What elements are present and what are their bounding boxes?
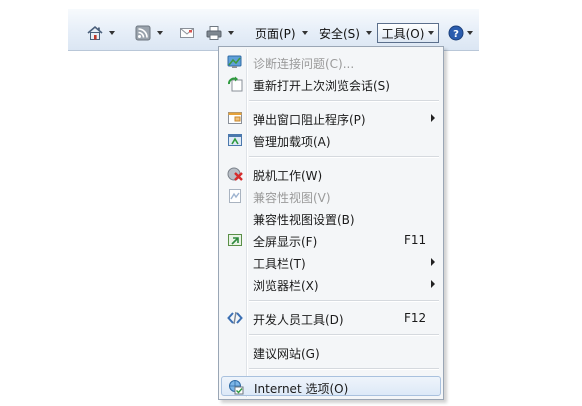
help-dropdown-arrow[interactable] [467,31,473,35]
menu-item-diagnose-connection[interactable]: 诊断连接问题(C)... [221,52,441,72]
menu-item-full-screen[interactable]: 全屏显示(F) F11 [221,230,441,250]
menu-item-manage-addons[interactable]: 管理加载项(A) [221,130,441,150]
tools-menu-label: 工具(O) [381,26,425,41]
menu-separator [249,156,439,158]
home-button[interactable] [87,23,115,43]
submenu-arrow [431,258,435,266]
home-icon [87,25,103,40]
menu-item-suggested-sites[interactable]: 建议网站(G) [221,342,441,362]
safety-dropdown-arrow [365,31,372,35]
feeds-icon [135,25,151,41]
menu-item-explorer-bars[interactable]: 浏览器栏(X) [221,274,441,294]
print-dropdown-arrow[interactable] [228,31,234,35]
feeds-dropdown-arrow[interactable] [157,31,163,35]
shortcut-f12: F12 [404,311,427,325]
menu-separator [249,100,439,102]
page-menu-label: 页面(P) [255,26,296,41]
menu-item-compatibility-view-settings[interactable]: 兼容性视图设置(B) [221,208,441,228]
menu-separator [249,300,439,302]
menu-item-label: 建议网站(G) [253,347,320,361]
menu-item-label: Internet 选项(O) [254,382,349,396]
mail-icon [180,28,194,38]
read-mail-button[interactable] [179,23,195,43]
feeds-button[interactable] [135,23,163,43]
menu-item-label: 工具栏(T) [253,257,306,271]
safety-menu-label: 安全(S) [319,26,360,41]
menu-item-developer-tools[interactable]: 开发人员工具(D) F12 [221,308,441,328]
menu-item-work-offline[interactable]: 脱机工作(W) [221,164,441,184]
tools-dropdown-menu: 诊断连接问题(C)... 重新打开上次浏览会话(S) 弹出窗口阻止程序(P) 管… [218,46,444,400]
menu-item-label: 管理加载项(A) [253,135,331,149]
menu-item-label: 脱机工作(W) [253,169,323,183]
dev-tools-icon [227,311,243,325]
safety-menu-button[interactable]: 安全(S) [319,23,372,43]
menu-item-toolbars[interactable]: 工具栏(T) [221,252,441,272]
print-icon [206,26,222,40]
menu-item-reopen-last-session[interactable]: 重新打开上次浏览会话(S) [221,74,441,94]
tools-dropdown-arrow [428,31,435,35]
menu-item-label: 弹出窗口阻止程序(P) [253,113,366,127]
diagnose-icon [227,55,242,68]
menu-item-label: 开发人员工具(D) [253,313,344,327]
menu-item-label: 兼容性视图(V) [253,191,331,205]
menu-separator [249,334,439,336]
shortcut-f11: F11 [404,233,427,247]
menu-item-label: 兼容性视图设置(B) [253,213,355,227]
popup-blocker-icon [228,112,242,124]
menu-item-compatibility-view[interactable]: 兼容性视图(V) [221,186,441,206]
reopen-session-icon [228,76,243,92]
internet-options-icon [229,380,244,395]
fullscreen-icon [228,234,242,246]
menu-item-internet-options[interactable]: Internet 选项(O) [221,376,441,396]
page-menu-button[interactable]: 页面(P) [255,23,308,43]
addons-icon [228,134,242,146]
home-dropdown-arrow[interactable] [109,31,115,35]
svg-text:?: ? [453,29,459,40]
menu-item-label: 全屏显示(F) [253,235,318,249]
menu-item-label: 重新打开上次浏览会话(S) [253,79,390,93]
menu-item-label: 诊断连接问题(C)... [253,57,355,71]
offline-icon [227,167,243,181]
menu-item-label: 浏览器栏(X) [253,279,319,293]
help-icon: ? [448,25,464,41]
menu-separator [249,368,439,370]
submenu-arrow [431,114,435,122]
page-dropdown-arrow [301,31,308,35]
tools-menu-button[interactable]: 工具(O) [377,23,439,43]
submenu-arrow [431,280,435,288]
help-button[interactable]: ? [448,23,473,43]
command-bar: 页面(P) 安全(S) 工具(O) ? [68,9,479,51]
compat-view-icon [229,189,241,203]
menu-item-popup-blocker[interactable]: 弹出窗口阻止程序(P) [221,108,441,128]
print-button[interactable] [206,23,234,43]
